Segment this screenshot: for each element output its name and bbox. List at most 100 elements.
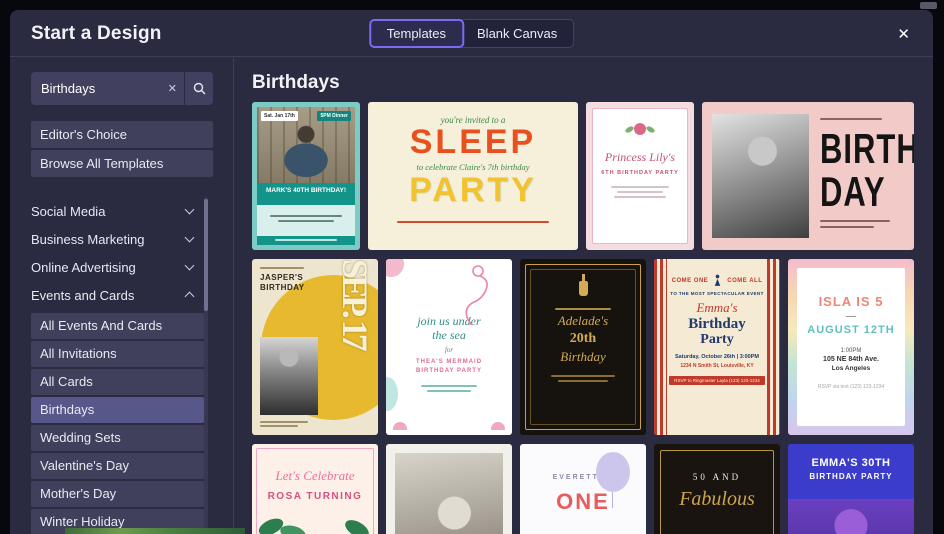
text-line [397,221,549,224]
subcategory-all-cards[interactable]: All Cards [31,369,204,395]
header-row: COME ONE COME ALL [654,274,780,287]
sidebar-item-social-media[interactable]: Social Media [31,197,213,225]
text-line [275,239,337,241]
template-photo [395,453,503,534]
tab-templates[interactable]: Templates [368,19,465,48]
text-line [820,226,874,228]
window-control[interactable] [920,2,937,9]
template-card-jaspers-birthday[interactable]: JASPER'S BIRTHDAY SEP. 17 [252,259,378,435]
text-line [421,384,477,387]
text-line [260,425,298,427]
template-card-everett-is-one[interactable]: EVERETT IS ONE [520,444,646,534]
template-card-rosa-turning[interactable]: Let's Celebrate ROSA TURNING [252,444,378,534]
event-date: AUGUST 12TH [807,324,895,336]
browse-all-templates-link[interactable]: Browse All Templates [31,150,213,177]
subcategory-all-events-and-cards[interactable]: All Events And Cards [31,313,204,339]
stripe-border [654,259,667,435]
come-one-text: COME ONE [671,277,709,284]
text-line [555,308,611,310]
shell-decoration [393,422,407,430]
category-label: Social Media [31,203,106,219]
template-title: DAY [820,168,886,216]
chevron-up-icon [184,291,195,302]
sidebar-item-business-marketing[interactable]: Business Marketing [31,225,213,253]
template-subtitle: BIRTHDAY PARTY [809,472,893,481]
shell-decoration [491,422,505,430]
modal-header: Start a Design Templates Blank Canvas ✕ [10,10,933,57]
juggler-icon [715,274,721,286]
card-inner-frame: Princess Lily's 6TH BIRTHDAY PARTY [592,108,688,244]
template-card-emmas-birthday-party[interactable]: COME ONE COME ALL TO THE MOST SPECTACULA… [654,259,780,435]
close-icon[interactable]: ✕ [897,25,910,43]
template-card-marks-40th[interactable]: Sat. Jan 17th 5PM Dinner MARK'S 40TH BIR… [252,102,360,250]
template-card-isla-is-5[interactable]: ISLA IS 5 — AUGUST 12TH 1:00PM 105 NE 84… [788,259,914,435]
template-subtitle: THEA'S MERMAID BIRTHDAY PARTY [386,358,512,377]
template-title: BIRTH [820,125,914,173]
event-address: 105 NE 84th Ave. [823,356,879,363]
sidebar-scrollbar-thumb[interactable] [204,199,208,311]
search-input[interactable] [31,81,161,96]
editors-choice-link[interactable]: Editor's Choice [31,121,213,148]
view-toggle: Templates Blank Canvas [368,19,575,48]
template-card-50-and-fabulous[interactable]: 50 AND Fabulous [654,444,780,534]
text-line [260,421,308,423]
template-card-princess-lily[interactable]: Princess Lily's 6TH BIRTHDAY PARTY [586,102,694,250]
chevron-down-icon [184,232,195,243]
template-text-block: JASPER'S BIRTHDAY [260,267,305,294]
stripe-border [767,259,780,435]
template-title: Princess Lily's [604,150,676,164]
gold-frame [660,450,774,534]
subcategory-mothers-day[interactable]: Mother's Day [31,481,204,507]
category-label: Events and Cards [31,287,135,303]
text-line [820,220,890,222]
template-card-adelades-20th[interactable]: Adelade's 20th Birthday [520,259,646,435]
template-card-baby-photo[interactable] [386,444,512,534]
title-line: the sea [432,327,466,342]
category-label: Business Marketing [31,231,145,247]
template-card-birth-day[interactable]: BIRTH DAY [702,102,914,250]
category-list: Social Media Business Marketing Online A… [31,197,213,309]
subtitle-line: BIRTHDAY PARTY [416,368,482,375]
text-line [270,215,342,217]
template-card-mermaid[interactable]: join us under the sea for THEA'S MERMAID… [386,259,512,435]
sidebar-item-online-advertising[interactable]: Online Advertising [31,253,213,281]
template-card-emmas-30th[interactable]: EMMA'S 30TH BIRTHDAY PARTY [788,444,914,534]
come-all-text: COME ALL [727,277,763,284]
subcategory-all-invitations[interactable]: All Invitations [31,341,204,367]
subcategory-birthdays[interactable]: Birthdays [31,397,204,423]
template-title: MARK'S 40TH BIRTHDAY! [257,183,355,205]
text-line [278,220,334,222]
search-box: ✕ [31,72,213,105]
dash-ornament: — [846,311,856,322]
tab-blank-canvas[interactable]: Blank Canvas [461,19,575,48]
chevron-down-icon [184,204,195,215]
template-title: BIRTHDAY [260,283,305,293]
subtitle-line: THEA'S MERMAID [415,358,483,365]
template-title: JASPER'S [260,273,304,282]
start-design-modal: Start a Design Templates Blank Canvas ✕ … [10,10,933,534]
clear-search-icon[interactable]: ✕ [168,82,177,95]
event-city: Los Angeles [831,365,871,372]
event-address: 1234 N Smith St, Louisville, KY [680,363,754,370]
template-row: Let's Celebrate ROSA TURNING EVERETT IS … [252,444,933,534]
section-heading: Birthdays [252,72,340,93]
event-time: 1:00PM [840,348,862,354]
tagline: TO THE MOST SPECTACULAR EVENT [670,291,764,296]
template-card-sleepover[interactable]: you're invited to a SLEEP to celebrate C… [368,102,578,250]
rsvp-banner: RSVP to Ringmaster Layla (123) 123-1234 [669,376,765,386]
rose-illustration [634,123,646,135]
template-text-block: BIRTH DAY [820,118,914,238]
text-line [820,118,882,120]
subcategory-wedding-sets[interactable]: Wedding Sets [31,425,204,451]
text-line [614,196,666,198]
subcategory-valentines-day[interactable]: Valentine's Day [31,453,204,479]
template-title: PARTY [409,170,537,209]
sidebar-item-events-and-cards[interactable]: Events and Cards [31,281,213,309]
rsvp-text: RSVP via text (123) 123-1234 [817,384,885,390]
template-row: JASPER'S BIRTHDAY SEP. 17 join us under … [252,259,933,435]
screen: Start a Design Templates Blank Canvas ✕ … [0,0,944,534]
browser-chrome [0,0,944,10]
search-icon[interactable] [185,82,213,95]
template-title: Party [700,331,734,347]
template-details [257,205,355,236]
